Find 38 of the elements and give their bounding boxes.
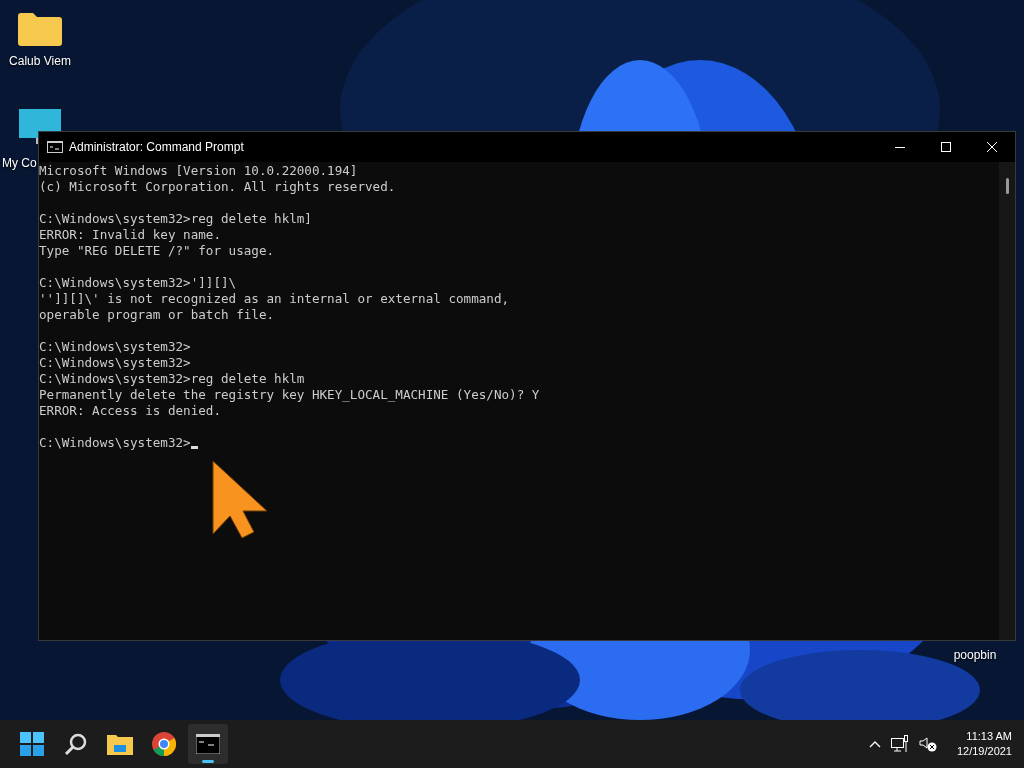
console-line: C:\Windows\system32>reg delete hklm <box>39 371 306 387</box>
clock-time: 11:13 AM <box>966 729 1012 744</box>
maximize-icon <box>941 142 951 152</box>
console-line: operable program or batch file. <box>39 307 276 323</box>
console-line: C:\Windows\system32>']][]\ <box>39 275 238 291</box>
chevron-up-icon[interactable] <box>868 740 881 748</box>
muted-speaker-icon[interactable] <box>918 736 937 752</box>
desktop-icon-label[interactable]: poopbin <box>953 648 997 662</box>
console-line: ERROR: Access is denied. <box>39 403 222 419</box>
console-line: C:\Windows\system32> <box>39 355 192 371</box>
close-icon <box>987 142 997 152</box>
console-line: '']][]\' is not recognized as an internal or external command, <box>39 291 511 307</box>
console-line: C:\Windows\system32>reg delete hklm] <box>39 211 313 227</box>
console-line: C:\Windows\system32> <box>39 339 192 355</box>
console-line: (c) Microsoft Corporation. All rights reserved. <box>39 179 397 195</box>
scrollbar[interactable] <box>999 162 1015 640</box>
search-icon <box>64 732 88 756</box>
console-line: ERROR: Invalid key name. <box>39 227 222 243</box>
chrome-icon <box>152 732 176 756</box>
clock[interactable]: 11:13 AM 12/19/2021 <box>956 729 1012 759</box>
folder-icon <box>18 12 62 46</box>
console-line: Type "REG DELETE /?" for usage. <box>39 243 276 259</box>
cursor-arrow-icon <box>210 458 270 540</box>
terminal-icon <box>47 141 63 153</box>
window-title: Administrator: Command Prompt <box>69 140 245 154</box>
console-line: Microsoft Windows [Version 10.0.22000.194] <box>39 163 359 179</box>
network-icon[interactable] <box>890 735 909 753</box>
folder-icon <box>107 733 133 755</box>
clock-date: 12/19/2021 <box>956 744 1012 759</box>
desktop-icon-label[interactable]: My Co <box>2 156 37 170</box>
console-line: Permanently delete the registry key HKEY_LOCAL_MACHINE (Yes/No)? Y <box>39 387 541 403</box>
terminal-icon <box>196 734 220 754</box>
taskbar-button[interactable] <box>188 724 228 764</box>
desktop-icon-label[interactable]: Calub Viem <box>9 54 71 68</box>
minimize-icon <box>895 146 905 148</box>
console-line: C:\Windows\system32> <box>39 435 191 451</box>
windows-logo-icon <box>20 732 44 756</box>
text-cursor <box>190 446 198 449</box>
